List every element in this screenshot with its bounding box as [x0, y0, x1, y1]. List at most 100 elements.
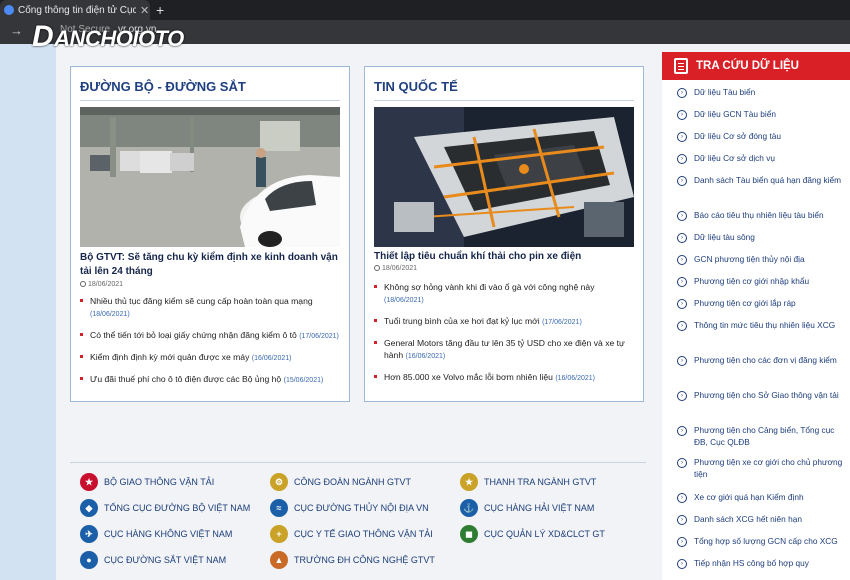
agency-link[interactable]: ⚙ CÔNG ĐOÀN NGÀNH GTVT — [270, 473, 411, 491]
sidebar-link[interactable]: › Tiếp nhận HS công bố hợp quy — [662, 557, 850, 569]
news-panel-international: TIN QUỐC TẾ Thiết lập tiêu chuẩn khí thả… — [364, 66, 644, 402]
agency-link[interactable]: ★ THANH TRA NGÀNH GTVT — [460, 473, 596, 491]
panel-title: TIN QUỐC TẾ — [374, 79, 458, 94]
new-tab-button[interactable]: + — [156, 2, 164, 18]
sidebar-link-label: Thông tin mức tiêu thụ nhiên liệu XCG — [694, 320, 836, 330]
sidebar-link-label: Dữ liệu tàu sông — [694, 232, 755, 242]
agency-link[interactable]: ★ BỘ GIAO THÔNG VẬN TẢI — [80, 473, 214, 491]
chevron-right-icon: › — [677, 559, 687, 569]
browser-tab-bar: Cổng thông tin điện tử Cục Đă ✕ + — [0, 0, 850, 20]
sidebar-link-label: Tiếp nhận HS công bố hợp quy — [694, 558, 809, 568]
sidebar-link[interactable]: › Dữ liệu GCN Tàu biển — [662, 108, 850, 120]
sidebar-link[interactable]: › Phương tiện cơ giới lắp ráp — [662, 297, 850, 309]
agency-emblem-icon: ▲ — [270, 551, 288, 569]
sidebar-link[interactable]: › Dữ liệu Cơ sở dịch vụ — [662, 152, 850, 164]
sidebar-link[interactable]: › Phương tiện cho Sở Giao thông vận tải — [662, 389, 850, 401]
sidebar-link[interactable]: › Phương tiện cơ giới nhập khẩu — [662, 275, 850, 287]
sidebar-link[interactable]: › GCN phương tiện thủy nội địa — [662, 253, 850, 265]
sidebar-link[interactable]: › Danh sách Tàu biển quá hạn đăng kiểm — [662, 174, 850, 186]
agency-link[interactable]: ◼ CỤC QUẢN LÝ XD&CLCT GT — [460, 525, 605, 543]
sidebar-link[interactable]: › Báo cáo tiêu thụ nhiên liệu tàu biển — [662, 209, 850, 221]
sidebar-link-label: Tổng hợp số lượng GCN cấp cho XCG — [694, 536, 838, 546]
chevron-right-icon: › — [677, 132, 687, 142]
sidebar-link-label: Dữ liệu GCN Tàu biển — [694, 109, 776, 119]
sidebar-link-label: Phương tiện cơ giới nhập khẩu — [694, 276, 810, 286]
sidebar-link[interactable]: › Phương tiện cho các đơn vị đăng kiểm — [662, 354, 850, 366]
clock-icon — [374, 265, 380, 271]
headline-date: 18/06/2021 — [374, 265, 417, 272]
panel-title: ĐƯỜNG BỘ - ĐƯỜNG SẮT — [80, 79, 246, 94]
agency-emblem-icon: ★ — [460, 473, 478, 491]
chevron-right-icon: › — [677, 458, 687, 468]
favicon-icon — [4, 5, 14, 15]
chevron-right-icon: › — [677, 356, 687, 366]
sidebar-header: TRA CỨU DỮ LIỆU — [662, 52, 850, 80]
close-icon[interactable]: ✕ — [140, 4, 149, 17]
data-lookup-sidebar: TRA CỨU DỮ LIỆU › Dữ liệu Tàu biển › Dữ liệ… — [662, 52, 850, 580]
agency-emblem-icon: ◆ — [80, 499, 98, 517]
agency-link[interactable]: + CỤC Y TẾ GIAO THÔNG VẬN TẢI — [270, 525, 433, 543]
sidebar-link-label: Phương tiện cho các đơn vị đăng kiểm — [694, 355, 837, 365]
news-photo-ev-battery[interactable] — [374, 107, 634, 247]
news-photo-inspection-station[interactable] — [80, 107, 340, 247]
news-item[interactable]: General Motors tăng đầu tư lên 35 tỷ USD… — [374, 337, 636, 363]
agency-emblem-icon: ≈ — [270, 499, 288, 517]
sidebar-link[interactable]: › Xe cơ giới quá hạn Kiểm định — [662, 491, 850, 503]
sidebar-link[interactable]: › Thông tin mức tiêu thụ nhiên liệu XCG — [662, 319, 850, 331]
agency-emblem-icon: ● — [80, 551, 98, 569]
agency-link[interactable]: ◆ TỔNG CỤC ĐƯỜNG BỘ VIỆT NAM — [80, 499, 250, 517]
sidebar-link[interactable]: › Dữ liệu Cơ sở đóng tàu — [662, 130, 850, 142]
chevron-right-icon: › — [677, 110, 687, 120]
chevron-right-icon: › — [677, 426, 687, 436]
agency-emblem-icon: ⚙ — [270, 473, 288, 491]
sidebar-link[interactable]: › Dữ liệu Tàu biển — [662, 86, 850, 98]
forward-arrow-icon[interactable]: → — [10, 23, 23, 38]
headline-link[interactable]: Bộ GTVT: Sẽ tăng chu kỳ kiểm định xe kin… — [80, 251, 342, 279]
sidebar-title: TRA CỨU DỮ LIỆU — [696, 60, 799, 72]
news-item[interactable]: Tuổi trung bình của xe hơi đạt kỷ lục mớ… — [374, 315, 636, 329]
news-item[interactable]: Không sợ hỏng vành khi đi vào ổ gà với c… — [374, 281, 636, 307]
divider — [374, 100, 634, 101]
sidebar-link-label: Dữ liệu Tàu biển — [694, 87, 756, 97]
sidebar-link[interactable]: › Phương tiện xe cơ giới cho chủ phương t… — [662, 456, 850, 480]
news-item[interactable]: Nhiều thủ tục đăng kiểm sẽ cung cấp hoàn… — [80, 295, 342, 321]
news-item[interactable]: Hơn 85.000 xe Volvo mắc lỗi bơm nhiên li… — [374, 371, 636, 385]
agency-link[interactable]: ✈ CỤC HÀNG KHÔNG VIỆT NAM — [80, 525, 232, 543]
sidebar-link-label: Phương tiện cho Cảng biển, Tổng cục ĐB, … — [694, 425, 835, 447]
tab-title: Cổng thông tin điện tử Cục Đă — [18, 4, 136, 16]
agency-links: ★ BỘ GIAO THÔNG VẬN TẢI ⚙ CÔNG ĐOÀN NGÀNH … — [70, 462, 646, 580]
sidebar-link-label: Dữ liệu Cơ sở đóng tàu — [694, 131, 781, 141]
clock-icon — [80, 281, 86, 287]
news-item[interactable]: Có thể tiến tới bỏ loại giấy chứng nhận … — [80, 329, 342, 343]
sidebar-link-label: Danh sách XCG hết niên hạn — [694, 514, 802, 524]
agency-link[interactable]: ⚓ CỤC HÀNG HẢI VIỆT NAM — [460, 499, 594, 517]
browser-tab[interactable]: Cổng thông tin điện tử Cục Đă ✕ — [0, 0, 150, 20]
agency-emblem-icon: + — [270, 525, 288, 543]
sidebar-link[interactable]: › Danh sách XCG hết niên hạn — [662, 513, 850, 525]
agency-emblem-icon: ◼ — [460, 525, 478, 543]
sidebar-link[interactable]: › Dữ liệu tàu sông — [662, 231, 850, 243]
headline-date: 18/06/2021 — [80, 281, 123, 288]
agency-emblem-icon: ⚓ — [460, 499, 478, 517]
headline-link[interactable]: Thiết lập tiêu chuẩn khí thải cho pin xe… — [374, 250, 636, 264]
chevron-right-icon: › — [677, 211, 687, 221]
agency-link[interactable]: ▲ TRƯỜNG ĐH CÔNG NGHỆ GTVT — [270, 551, 435, 569]
news-panel-road-rail: ĐƯỜNG BỘ - ĐƯỜNG SẮT Bộ GTVT: Sẽ tăng ch… — [70, 66, 350, 402]
agency-link[interactable]: ● CỤC ĐƯỜNG SẮT VIỆT NAM — [80, 551, 226, 569]
news-list: Không sợ hỏng vành khi đi vào ổ gà với c… — [374, 281, 636, 393]
agency-link[interactable]: ≈ CỤC ĐƯỜNG THỦY NỘI ĐỊA VN — [270, 499, 429, 517]
chevron-right-icon: › — [677, 537, 687, 547]
sidebar-link-label: Phương tiện cơ giới lắp ráp — [694, 298, 796, 308]
sidebar-link[interactable]: › Tổng hợp số lượng GCN cấp cho XCG — [662, 535, 850, 547]
document-icon — [674, 58, 688, 74]
sidebar-link-label: Danh sách Tàu biển quá hạn đăng kiểm — [694, 175, 841, 185]
news-item[interactable]: Kiểm định định kỳ mới quản được xe máy (… — [80, 351, 342, 365]
watermark-logo: DANCHOIOTO — [32, 20, 184, 53]
sidebar-link-label: GCN phương tiện thủy nội địa — [694, 254, 805, 264]
chevron-right-icon: › — [677, 255, 687, 265]
news-item[interactable]: Ưu đãi thuế phí cho ô tô điện được các B… — [80, 373, 342, 387]
left-decor-strip — [0, 44, 56, 580]
sidebar-link-label: Xe cơ giới quá hạn Kiểm định — [694, 492, 804, 502]
chevron-right-icon: › — [677, 154, 687, 164]
sidebar-link[interactable]: › Phương tiện cho Cảng biển, Tổng cục ĐB,… — [662, 424, 850, 448]
